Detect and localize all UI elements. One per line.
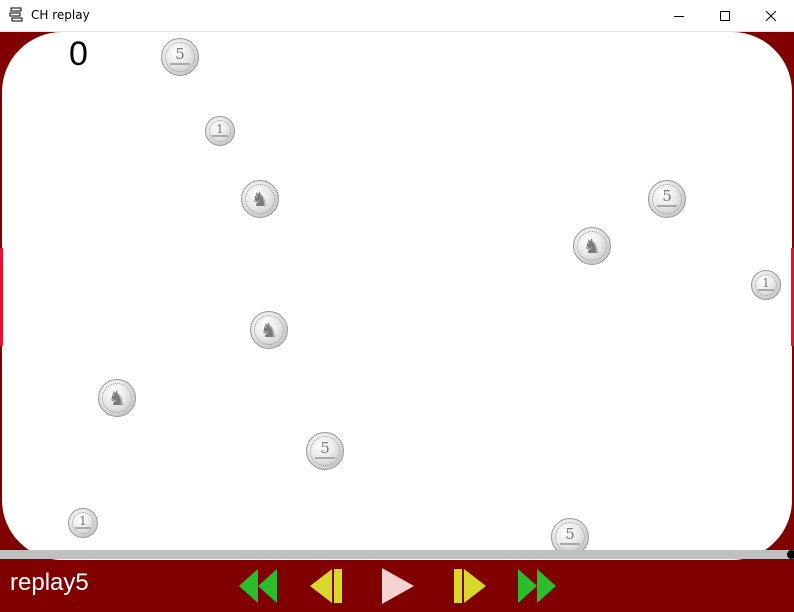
replay-progress-knob[interactable] <box>787 550 794 559</box>
coin-rider: ♞ <box>241 180 279 218</box>
fast-forward-icon <box>518 569 556 603</box>
game-area: 0 5 1 ♞ 5 ♞ 1 ♞ ♞ 5 1 5 replay5 <box>0 32 794 612</box>
maximize-icon <box>720 10 730 21</box>
coin-one: 1 <box>751 270 781 300</box>
replay-name: replay5 <box>10 569 89 596</box>
window-titlebar: CH replay <box>0 0 794 32</box>
app-icon <box>8 7 24 23</box>
playfield: 0 5 1 ♞ 5 ♞ 1 ♞ ♞ 5 1 5 <box>2 32 792 560</box>
coin-rider: ♞ <box>573 227 611 265</box>
coin-five: 5 <box>306 432 344 470</box>
step-back-icon <box>310 569 342 603</box>
close-icon <box>766 10 776 21</box>
play-icon <box>382 568 414 604</box>
fast-forward-button[interactable] <box>516 567 560 605</box>
rewind-button[interactable] <box>236 567 280 605</box>
step-forward-button[interactable] <box>448 567 492 605</box>
replay-progress-track[interactable] <box>0 550 794 559</box>
step-forward-icon <box>454 569 486 603</box>
step-back-button[interactable] <box>306 567 350 605</box>
coin-one: 1 <box>68 508 98 538</box>
coin-five: 5 <box>648 180 686 218</box>
close-button[interactable] <box>748 0 794 31</box>
coin-rider: ♞ <box>250 311 288 349</box>
coin-one: 1 <box>205 116 235 146</box>
left-side-bar <box>0 248 3 346</box>
coin-rider: ♞ <box>98 379 136 417</box>
coin-five: 5 <box>161 38 199 76</box>
window-title: CH replay <box>31 8 90 22</box>
minimize-button[interactable] <box>656 0 702 31</box>
minimize-icon <box>674 15 684 17</box>
rewind-icon <box>239 569 277 603</box>
play-button[interactable] <box>378 567 422 605</box>
score-counter: 0 <box>69 35 88 73</box>
maximize-button[interactable] <box>702 0 748 31</box>
